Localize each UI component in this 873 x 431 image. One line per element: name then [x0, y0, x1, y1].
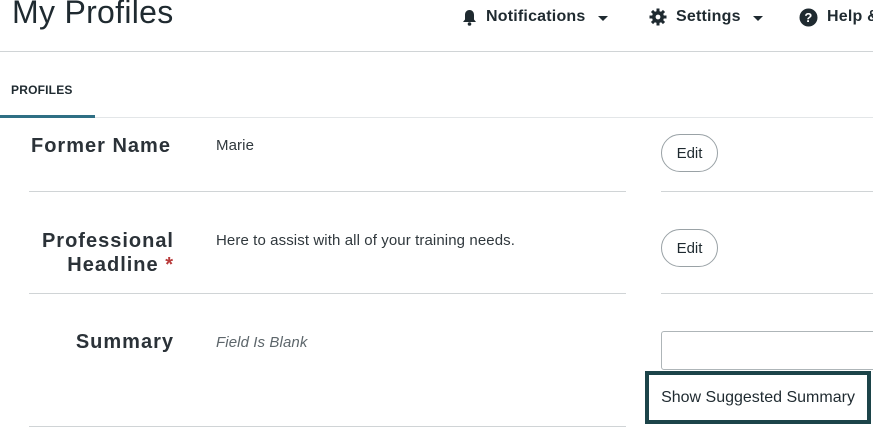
notifications-menu[interactable]: Notifications: [462, 0, 608, 34]
tab-profiles[interactable]: PROFILES: [11, 83, 73, 97]
show-suggested-summary-button[interactable]: Show Suggested Summary: [645, 371, 871, 424]
headline-label-line1: Professional: [41, 230, 174, 252]
former-name-label: Former Name: [31, 135, 171, 157]
help-label: Help &: [827, 8, 873, 25]
help-menu[interactable]: ? Help &: [799, 0, 873, 34]
headline-value: Here to assist with all of your training…: [216, 232, 516, 249]
row-divider: [661, 191, 873, 192]
chevron-down-icon: [752, 15, 763, 21]
tab-active-indicator: [0, 115, 95, 118]
former-name-value: Marie: [216, 137, 255, 154]
notifications-label: Notifications: [486, 8, 586, 25]
summary-label: Summary: [75, 331, 174, 353]
row-divider: [29, 293, 626, 294]
summary-value: Field Is Blank: [216, 334, 308, 351]
edit-headline-button[interactable]: Edit: [661, 229, 718, 267]
summary-input[interactable]: [661, 331, 873, 370]
settings-menu[interactable]: Settings: [649, 0, 763, 34]
edit-former-name-button[interactable]: Edit: [661, 134, 718, 172]
row-divider: [29, 191, 626, 192]
settings-label: Settings: [676, 8, 741, 25]
page-title: My Profiles: [12, 0, 174, 30]
svg-text:?: ?: [804, 10, 812, 25]
tab-bar-divider: [0, 117, 873, 118]
question-circle-icon: ?: [799, 8, 818, 27]
header-divider: [0, 51, 873, 52]
row-divider: [29, 426, 626, 427]
bell-icon: [462, 9, 477, 26]
gear-icon: [649, 8, 667, 26]
headline-label: Professional Headline *: [4, 229, 174, 277]
headline-label-line2: Headline: [67, 254, 159, 276]
row-divider: [661, 293, 873, 294]
required-asterisk: *: [165, 254, 174, 276]
chevron-down-icon: [597, 15, 608, 21]
